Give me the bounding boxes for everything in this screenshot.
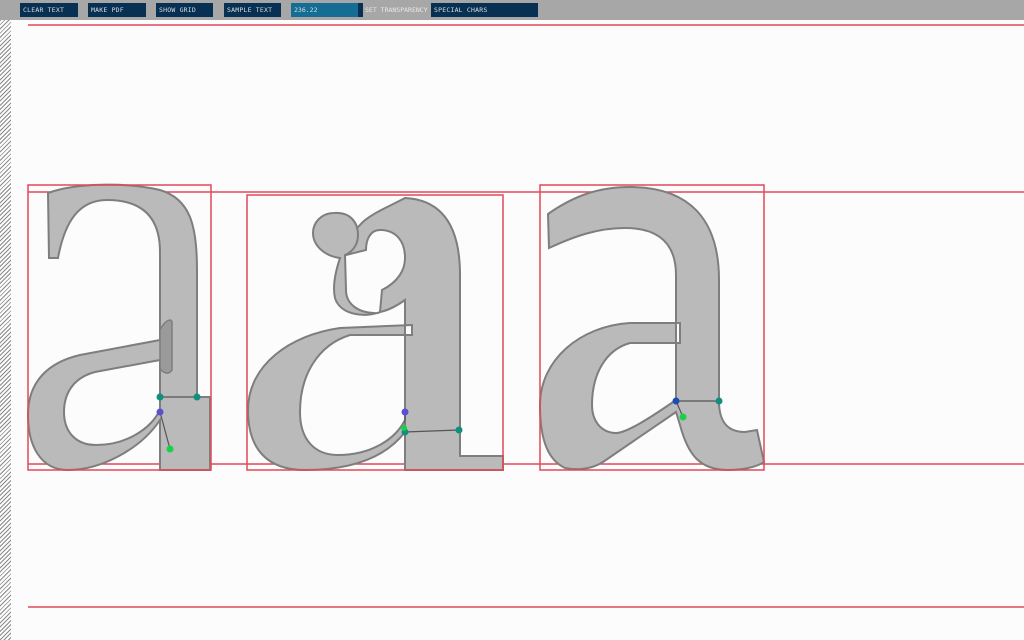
glyph-a-3[interactable] [538,184,766,472]
handle-point[interactable] [455,426,463,434]
glyph-canvas[interactable] [0,0,1024,640]
glyph-a-1[interactable] [26,183,212,472]
handle-point[interactable] [679,413,687,421]
glyph-1-terminal [159,319,173,374]
handle-point[interactable] [672,397,680,405]
handle-point[interactable] [156,393,164,401]
handle-point[interactable] [715,397,723,405]
handle-point[interactable] [401,408,409,416]
handle-point[interactable] [156,408,164,416]
handle-point[interactable] [166,445,174,453]
handle-point[interactable] [193,393,201,401]
handle-point[interactable] [401,425,407,431]
glyph-a-2[interactable] [246,194,504,472]
